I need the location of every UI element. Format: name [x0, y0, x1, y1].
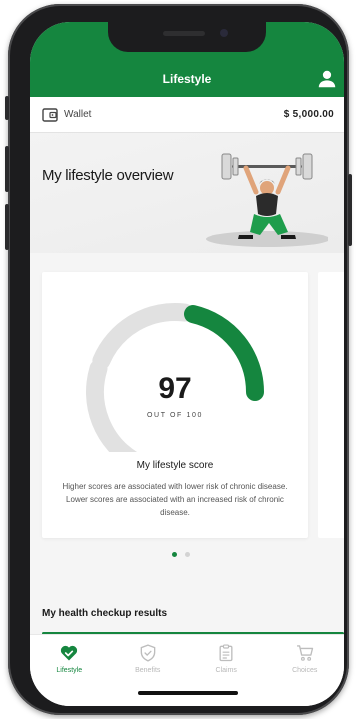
health-checkup-title: My health checkup results — [42, 608, 168, 619]
wallet-bar[interactable]: Wallet $ 5,000.00 — [30, 97, 344, 133]
wallet-label: Wallet — [64, 109, 92, 120]
tab-benefits[interactable]: Benefits — [109, 635, 188, 706]
heart-check-icon — [61, 645, 78, 661]
tab-lifestyle[interactable]: Lifestyle — [30, 635, 109, 706]
bottom-tab-bar: Lifestyle Benefits Claims Choices — [30, 634, 344, 706]
mute-switch — [5, 96, 9, 120]
gauge-segment-middle — [92, 303, 194, 370]
carousel-dot-2[interactable] — [185, 552, 190, 557]
score-description: Higher scores are associated with lower … — [62, 482, 288, 517]
user-icon[interactable] — [316, 68, 338, 90]
tab-choices[interactable]: Choices — [266, 635, 345, 706]
tab-label: Lifestyle — [56, 667, 83, 674]
phone-frame: Lifestyle Wallet $ 5,000.00 My lifestyle… — [5, 4, 352, 715]
tab-label: Benefits — [135, 667, 161, 674]
weightlifter-illustration — [206, 153, 328, 247]
volume-down-button — [5, 204, 9, 250]
tab-claims[interactable]: Claims — [187, 635, 266, 706]
wallet-icon — [42, 107, 58, 122]
tab-label: Choices — [292, 667, 318, 674]
cart-icon — [296, 645, 313, 661]
page-title: Lifestyle — [162, 72, 212, 86]
speaker — [163, 31, 205, 36]
clipboard-icon — [219, 644, 233, 662]
next-card-peek[interactable] — [318, 272, 344, 538]
overview-title: My lifestyle overview — [42, 167, 174, 184]
app-screen: Lifestyle Wallet $ 5,000.00 My lifestyle… — [30, 22, 344, 706]
carousel-dots — [172, 552, 190, 557]
camera — [220, 29, 228, 37]
shield-check-icon — [140, 644, 156, 662]
score-title: My lifestyle score — [136, 460, 214, 471]
carousel-dot-1[interactable] — [172, 552, 177, 557]
notch — [108, 22, 266, 52]
tab-label: Claims — [215, 667, 237, 674]
lifestyle-score-value: 97 — [158, 372, 192, 405]
volume-up-button — [5, 146, 9, 192]
home-indicator — [138, 691, 238, 695]
score-out-of: OUT OF 100 — [147, 412, 203, 419]
lifestyle-score-card[interactable]: 97 OUT OF 100 My lifestyle score Higher … — [42, 272, 308, 538]
overview-banner: My lifestyle overview — [30, 133, 344, 253]
wallet-amount: $ 5,000.00 — [283, 109, 334, 120]
power-button — [348, 174, 352, 246]
